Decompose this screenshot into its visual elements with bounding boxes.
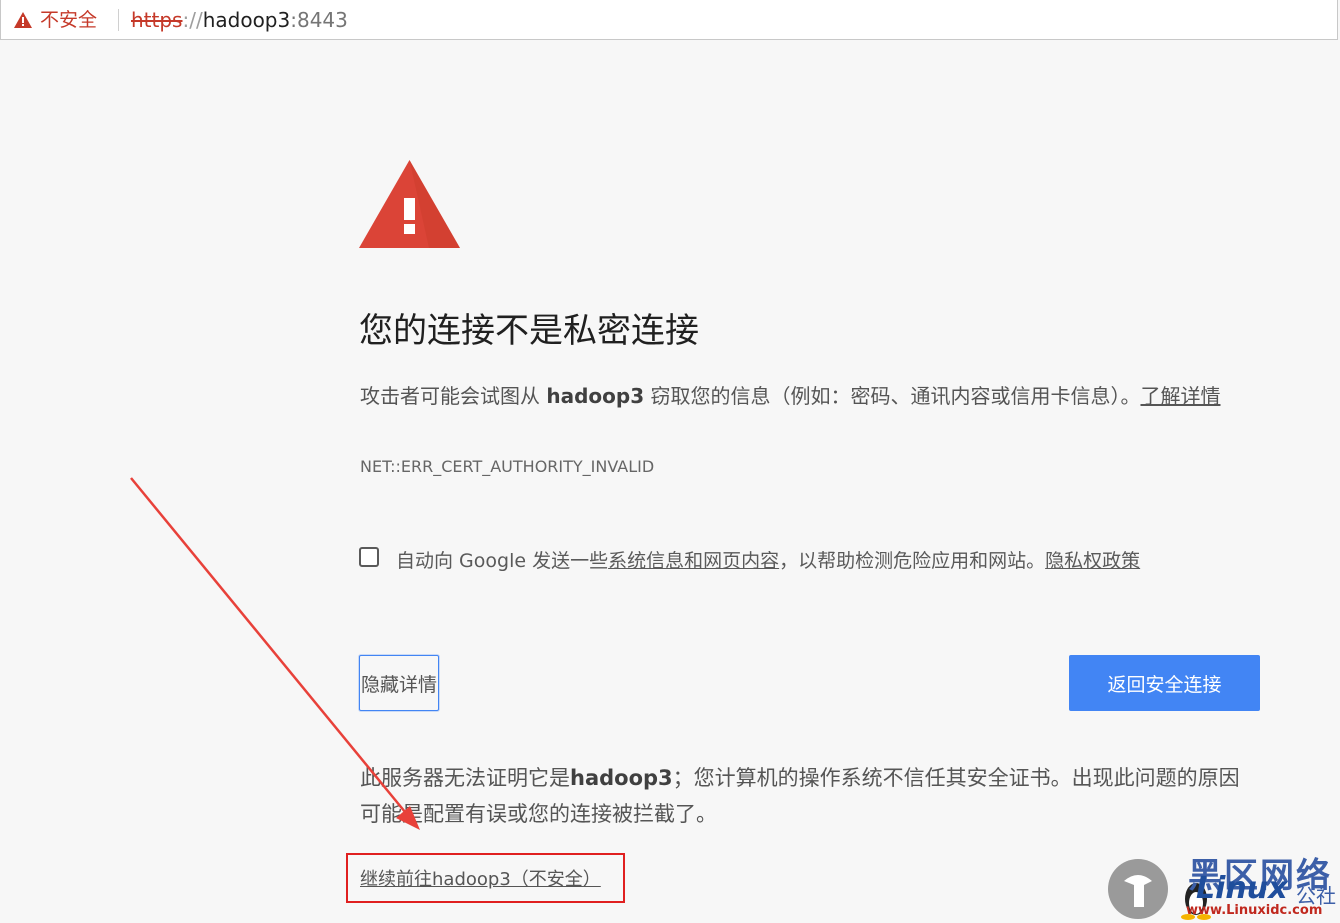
url-text[interactable]: https://hadoop3:8443 bbox=[131, 8, 348, 32]
learn-more-link[interactable]: 了解详情 bbox=[1140, 384, 1220, 408]
url-host: hadoop3 bbox=[202, 8, 291, 32]
url-separator: :// bbox=[182, 8, 203, 32]
url-port: :8443 bbox=[290, 8, 348, 32]
details-host: hadoop3 bbox=[570, 766, 673, 790]
error-code: NET::ERR_CERT_AUTHORITY_INVALID bbox=[360, 457, 655, 476]
explanation-prefix: 攻击者可能会试图从 bbox=[360, 384, 547, 408]
explanation-host: hadoop3 bbox=[546, 384, 645, 408]
report-checkbox[interactable] bbox=[359, 547, 379, 567]
explanation-paragraph: 攻击者可能会试图从 hadoop3 窃取您的信息（例如：密码、通讯内容或信用卡信… bbox=[360, 378, 1260, 414]
explanation-suffix: 窃取您的信息（例如：密码、通讯内容或信用卡信息）。 bbox=[644, 384, 1141, 408]
privacy-policy-link[interactable]: 隐私权政策 bbox=[1045, 550, 1140, 572]
report-middle: ，以帮助检测危险应用和网站。 bbox=[779, 550, 1046, 572]
details-paragraph: 此服务器无法证明它是hadoop3；您计算机的操作系统不信任其安全证书。出现此问… bbox=[360, 760, 1260, 832]
watermark-url: www.Linuxidc.com bbox=[1186, 903, 1323, 918]
hide-details-button[interactable]: 隐藏详情 bbox=[359, 655, 439, 711]
address-bar[interactable]: 不安全 https://hadoop3:8443 bbox=[0, 0, 1338, 40]
not-secure-label[interactable]: 不安全 bbox=[40, 8, 97, 32]
proceed-unsafe-link[interactable]: 继续前往hadoop3（不安全） bbox=[360, 867, 601, 893]
back-to-safety-button[interactable]: 返回安全连接 bbox=[1069, 655, 1260, 711]
large-warning-icon bbox=[359, 160, 460, 248]
details-prefix: 此服务器无法证明它是 bbox=[360, 766, 570, 790]
url-scheme: https bbox=[131, 8, 183, 32]
report-prefix: 自动向 Google 发送一些 bbox=[396, 550, 609, 572]
warning-triangle-icon[interactable] bbox=[14, 12, 32, 28]
address-divider bbox=[118, 9, 119, 31]
system-info-link[interactable]: 系统信息和网页内容 bbox=[608, 550, 779, 572]
watermark-brand: Linux bbox=[1196, 871, 1288, 906]
report-label: 自动向 Google 发送一些系统信息和网页内容，以帮助检测危险应用和网站。隐私… bbox=[396, 548, 1140, 574]
page-title: 您的连接不是私密连接 bbox=[359, 311, 699, 351]
